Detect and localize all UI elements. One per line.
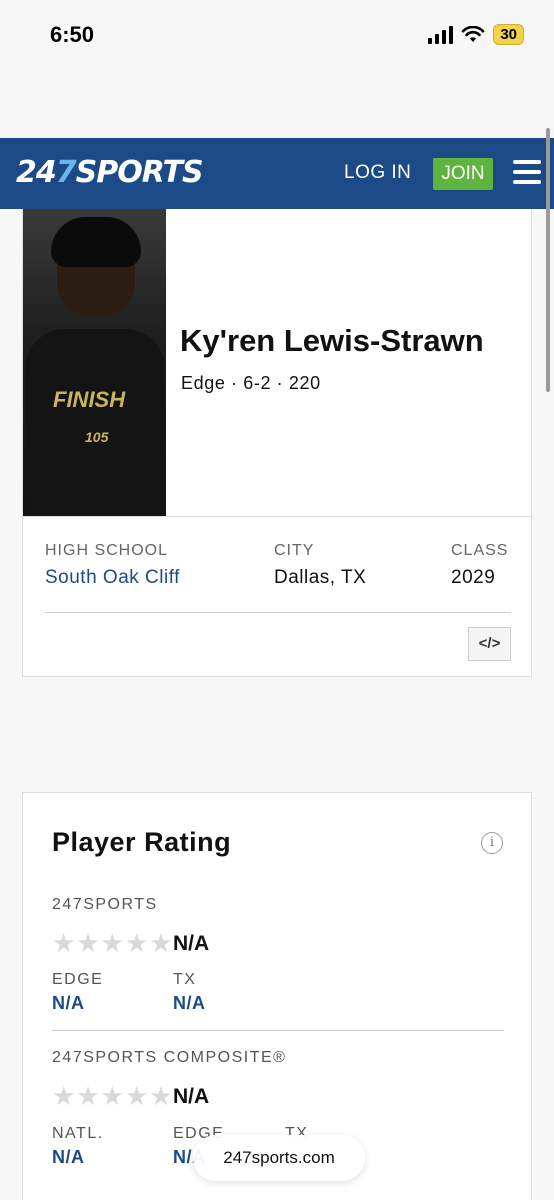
photo-hoodie bbox=[25, 329, 165, 516]
status-time: 6:50 bbox=[50, 22, 95, 47]
star-icon: ★ bbox=[149, 1081, 173, 1111]
rating-value-247sports: N/A bbox=[173, 932, 210, 955]
player-position-size: Edge · 6-2 · 220 bbox=[181, 373, 321, 393]
scrollbar[interactable] bbox=[546, 128, 550, 392]
browser-address-bar[interactable]: 247sports.com bbox=[193, 1135, 365, 1181]
star-icon: ★ bbox=[76, 928, 100, 958]
star-icon: ★ bbox=[52, 1081, 76, 1111]
login-link[interactable]: LOG IN bbox=[344, 162, 411, 184]
rank-label-state: TX bbox=[173, 971, 197, 988]
logo-seven: 7 bbox=[55, 155, 77, 190]
site-logo[interactable]: 247SPORTS bbox=[16, 155, 204, 190]
player-profile-card: FINISH 105 Ky'ren Lewis-Strawn Edge · 6-… bbox=[22, 209, 533, 677]
divider bbox=[52, 1030, 504, 1031]
rating-value-composite: N/A bbox=[173, 1085, 210, 1108]
player-photo: FINISH 105 bbox=[23, 209, 166, 516]
menu-icon[interactable] bbox=[513, 160, 541, 184]
city-label: CITY bbox=[274, 542, 315, 559]
photo-shirt-number: 105 bbox=[85, 429, 109, 445]
star-icon: ★ bbox=[124, 928, 149, 958]
photo-hair bbox=[51, 217, 141, 267]
star-icon: ★ bbox=[149, 928, 173, 958]
logo-number: 24 bbox=[16, 155, 57, 190]
high-school-link[interactable]: South Oak Cliff bbox=[45, 567, 180, 589]
section-label-composite: 247SPORTS COMPOSITE® bbox=[52, 1049, 287, 1066]
star-rating-247sports: ★ ★ ★ ★ ★ bbox=[52, 929, 173, 957]
section-label-247sports: 247SPORTS bbox=[52, 896, 158, 913]
site-navbar: 247SPORTS LOG IN JOIN bbox=[0, 138, 554, 209]
class-label: CLASS bbox=[451, 542, 509, 559]
divider bbox=[23, 516, 533, 517]
rank-value-national[interactable]: N/A bbox=[52, 1147, 85, 1168]
rank-value-state[interactable]: N/A bbox=[173, 993, 206, 1014]
rank-label-national: NATL. bbox=[52, 1125, 104, 1142]
divider bbox=[45, 612, 511, 613]
star-rating-composite: ★ ★ ★ ★ ★ bbox=[52, 1082, 173, 1110]
wifi-icon bbox=[462, 25, 485, 42]
status-bar: 6:50 30 bbox=[0, 0, 554, 70]
rank-value-position[interactable]: N/A bbox=[52, 993, 85, 1014]
info-icon[interactable]: i bbox=[481, 832, 503, 854]
embed-code-button[interactable]: </> bbox=[468, 627, 511, 661]
high-school-label: HIGH SCHOOL bbox=[45, 542, 169, 559]
star-icon: ★ bbox=[100, 928, 124, 958]
status-icons: 30 bbox=[428, 24, 524, 45]
star-icon: ★ bbox=[124, 1081, 149, 1111]
player-name: Ky'ren Lewis-Strawn bbox=[180, 323, 484, 358]
class-value: 2029 bbox=[451, 567, 496, 588]
rank-label-position: EDGE bbox=[52, 971, 104, 988]
signal-icon bbox=[428, 25, 454, 44]
join-button[interactable]: JOIN bbox=[433, 158, 493, 190]
star-icon: ★ bbox=[100, 1081, 124, 1111]
photo-shirt-text: FINISH bbox=[53, 387, 126, 412]
battery-indicator: 30 bbox=[493, 24, 524, 45]
url-text: 247sports.com bbox=[223, 1148, 335, 1167]
star-icon: ★ bbox=[52, 928, 76, 958]
logo-text: SPORTS bbox=[75, 155, 204, 190]
city-value: Dallas, TX bbox=[274, 567, 367, 588]
rating-title: Player Rating bbox=[52, 827, 232, 857]
star-icon: ★ bbox=[76, 1081, 100, 1111]
